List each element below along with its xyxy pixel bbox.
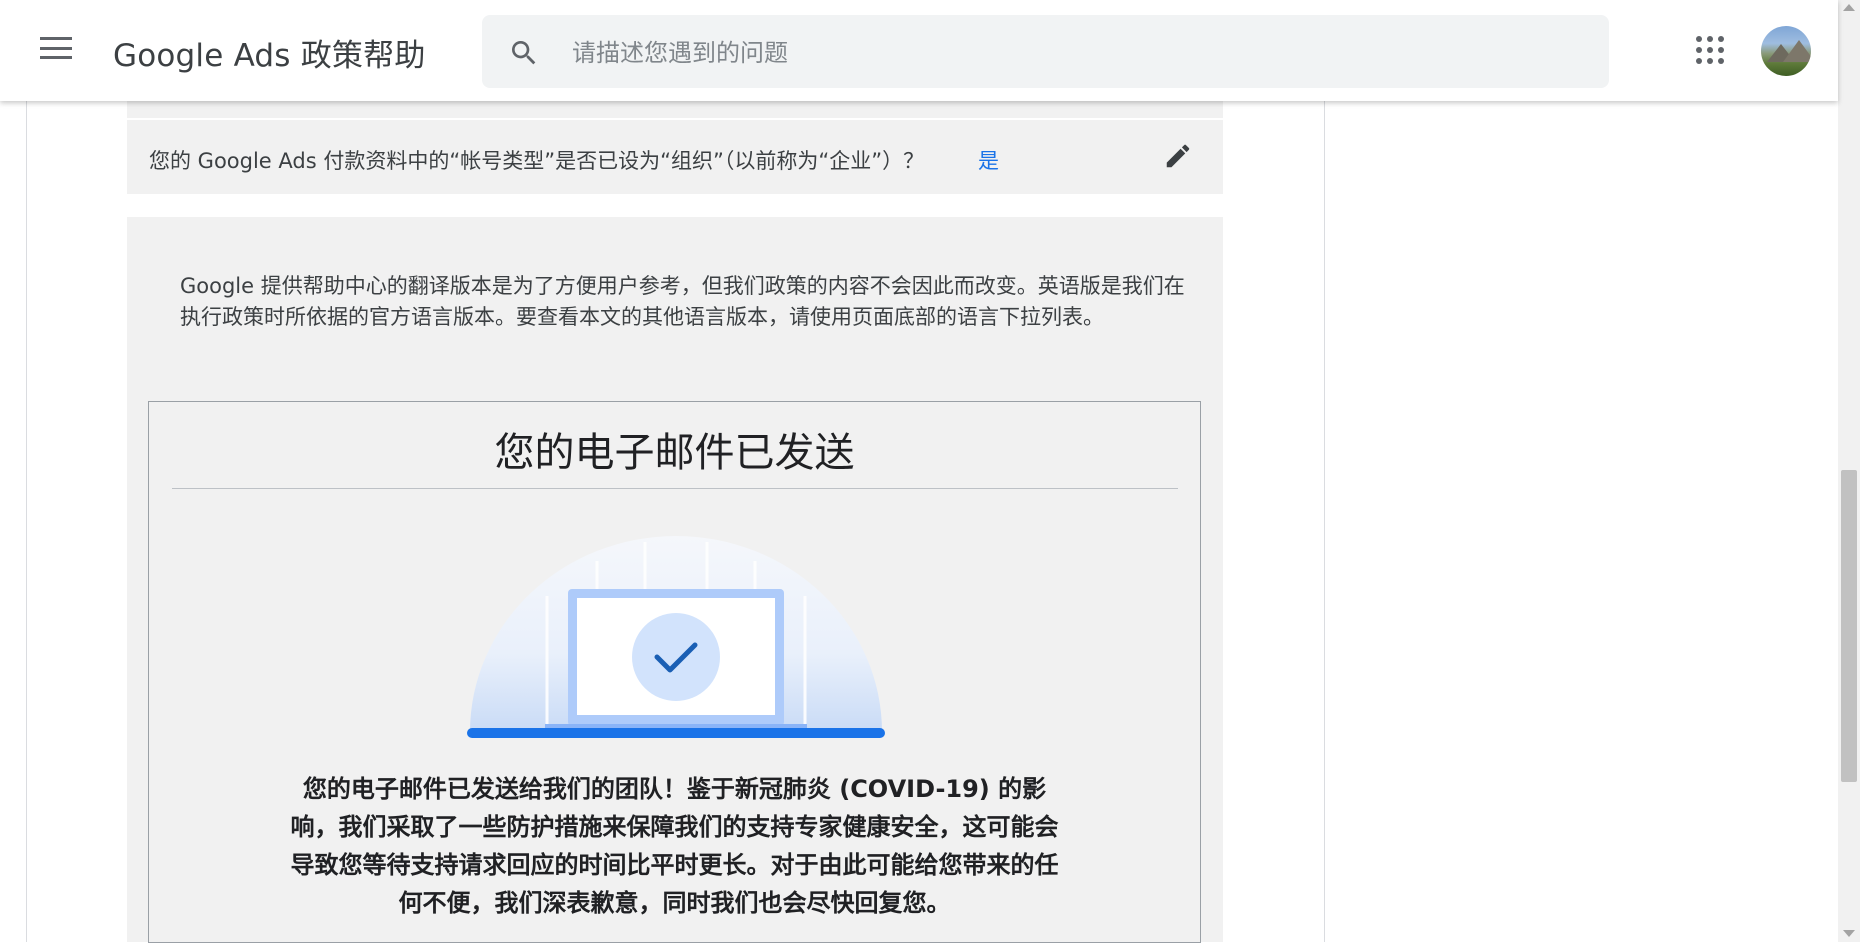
app-title[interactable]: Google Ads 政策帮助	[113, 30, 426, 75]
card-divider	[172, 488, 1178, 489]
answer-link[interactable]: 是	[978, 145, 999, 175]
content-border-left	[26, 101, 27, 942]
top-app-bar: Google Ads 政策帮助	[0, 0, 1838, 101]
search-icon[interactable]	[508, 37, 540, 69]
previous-row-edge	[127, 101, 1223, 118]
email-sent-card: 您的电子邮件已发送 您的电子邮件已发送给我们的团队！鉴于新冠肺炎 (COVID-…	[148, 401, 1201, 943]
scroll-up-arrow-icon[interactable]	[1843, 4, 1855, 11]
scroll-down-arrow-icon[interactable]	[1843, 930, 1855, 937]
content-border-right	[1324, 101, 1325, 942]
apps-grid-icon[interactable]	[1696, 36, 1724, 64]
menu-icon[interactable]	[40, 37, 72, 63]
email-sent-message: 您的电子邮件已发送给我们的团队！鉴于新冠肺炎 (COVID-19) 的影响，我们…	[290, 775, 1059, 917]
search-bar[interactable]	[482, 15, 1609, 90]
scrollbar-thumb[interactable]	[1841, 470, 1857, 782]
account-avatar[interactable]	[1761, 26, 1811, 76]
card-title: 您的电子邮件已发送	[494, 430, 855, 476]
question-text: 您的 Google Ads 付款资料中的“帐号类型”是否已设为“组织”（以前称为…	[149, 149, 925, 173]
laptop-check-illustration	[467, 536, 885, 738]
support-panel: Google 提供帮助中心的翻译版本是为了方便用户参考，但我们政策的内容不会因此…	[127, 217, 1223, 943]
translation-notice: Google 提供帮助中心的翻译版本是为了方便用户参考，但我们政策的内容不会因此…	[180, 274, 1185, 329]
pencil-icon[interactable]	[1163, 141, 1193, 171]
question-answer-row: 您的 Google Ads 付款资料中的“帐号类型”是否已设为“组织”（以前称为…	[127, 120, 1223, 194]
search-input[interactable]	[570, 15, 1574, 90]
checkmark-icon	[632, 613, 720, 701]
